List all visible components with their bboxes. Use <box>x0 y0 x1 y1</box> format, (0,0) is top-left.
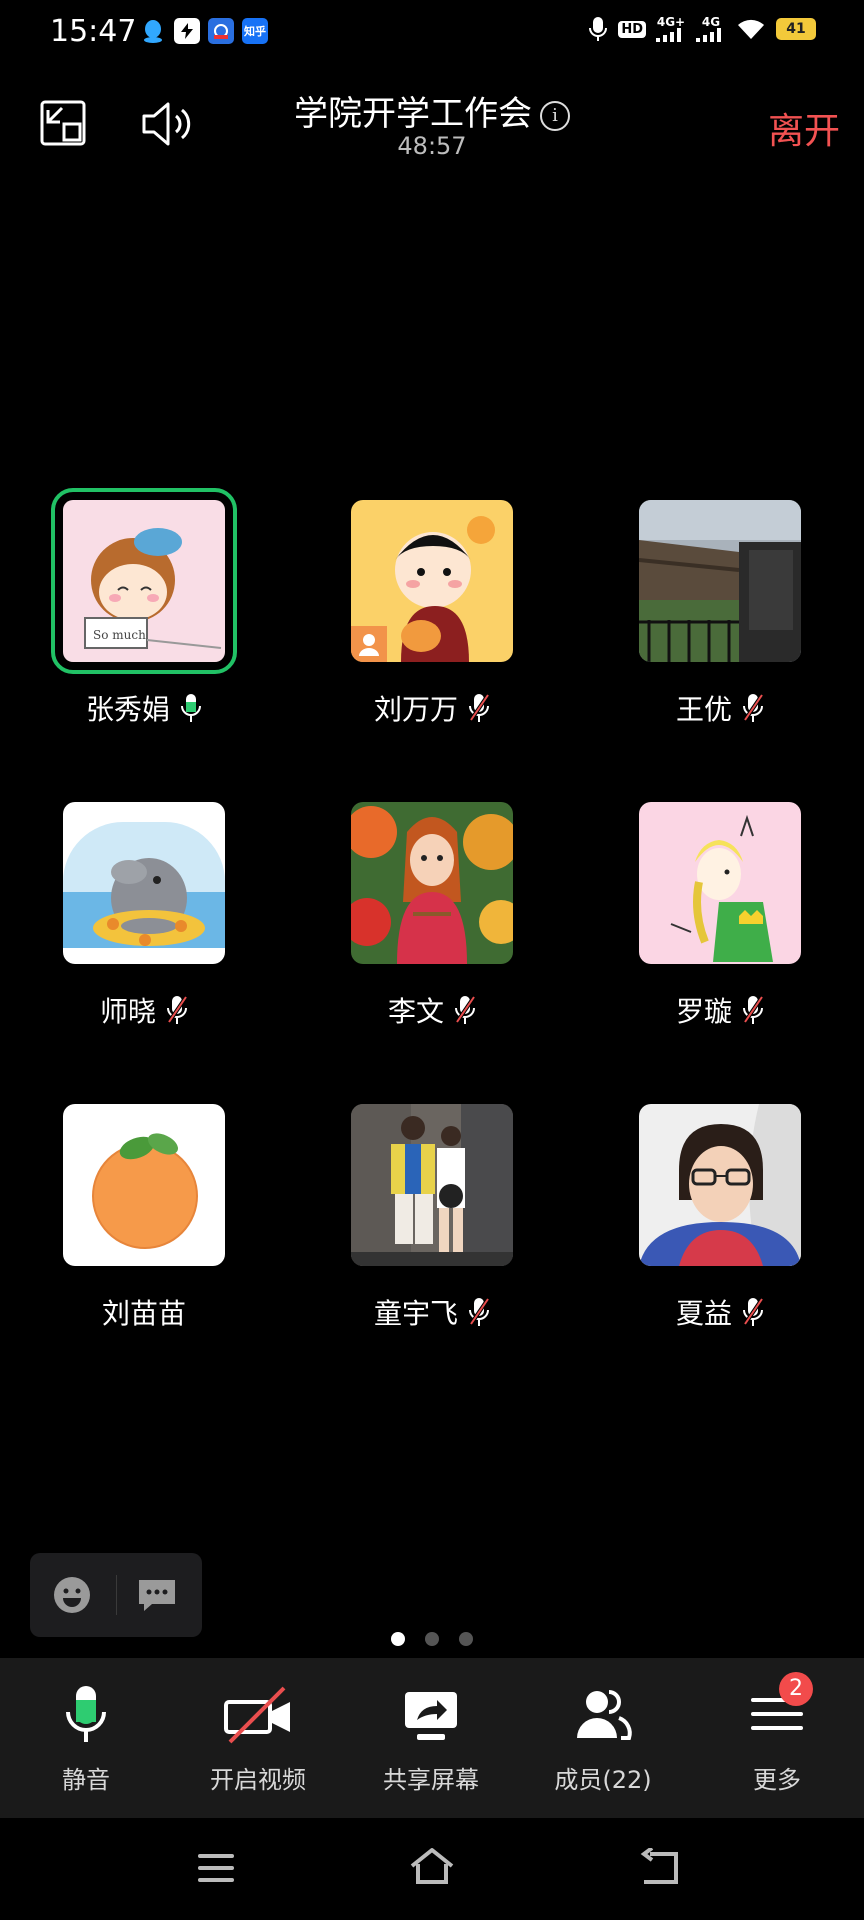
info-icon[interactable]: i <box>540 100 570 131</box>
participant-name-row: 童宇飞 <box>332 1292 532 1332</box>
participant-name: 童宇飞 <box>373 1297 458 1330</box>
participant-avatar[interactable] <box>639 500 801 662</box>
members-icon <box>577 1690 632 1740</box>
mic-muted-icon <box>167 995 188 1024</box>
participant-name: 刘苗苗 <box>101 1297 186 1330</box>
reaction-bar <box>30 1553 202 1637</box>
participant-name: 师晓 <box>99 995 156 1028</box>
members-label: 成员(22) <box>554 1766 652 1794</box>
participant-name-row: 王优 <box>620 688 820 728</box>
participant-name-row: 夏益 <box>620 1292 820 1332</box>
status-app-icons: 知乎 <box>140 18 268 44</box>
participant-avatar[interactable]: So much <box>51 488 237 674</box>
camera-off-icon <box>224 1686 290 1744</box>
page-indicator <box>0 1632 864 1646</box>
participant-name: 罗璇 <box>675 995 732 1028</box>
leave-button[interactable]: 离开 <box>768 102 840 154</box>
participant-tile[interactable]: 师晓 <box>44 802 244 1030</box>
battery-indicator: 41 <box>776 18 816 40</box>
chat-bubble-icon <box>139 1580 175 1611</box>
participant-tile[interactable]: 童宇飞 <box>332 1104 532 1332</box>
participant-avatar[interactable] <box>351 1104 513 1266</box>
participant-name: 张秀娟 <box>85 693 170 726</box>
mic-muted-icon <box>469 1297 490 1326</box>
avatar-caption-text: So much <box>93 628 146 642</box>
participant-avatar[interactable] <box>63 802 225 964</box>
status-time: 15:47 <box>50 14 137 49</box>
more-label: 更多 <box>753 1766 801 1794</box>
participant-name-row: 刘苗苗 <box>44 1292 244 1332</box>
hd-icon: HD <box>618 20 646 38</box>
participant-name: 夏益 <box>675 1297 732 1330</box>
qq-icon <box>140 18 166 44</box>
more-button[interactable]: 2 更多 <box>692 1672 862 1795</box>
home-icon <box>410 1848 454 1884</box>
emoji-icon <box>54 1577 90 1613</box>
participant-name-row: 罗璇 <box>620 990 820 1030</box>
mic-muted-icon <box>455 995 476 1024</box>
meeting-title[interactable]: 学院开学工作会 i <box>0 86 864 135</box>
participant-tile[interactable]: 罗璇 <box>620 802 820 1030</box>
notification-badge: 2 <box>779 1672 813 1706</box>
mic-muted-icon <box>743 1297 764 1326</box>
participant-tile[interactable]: 李文 <box>332 802 532 1030</box>
zhihu-icon: 知乎 <box>242 18 268 44</box>
browser-app-icon <box>208 18 234 44</box>
signal-icon <box>656 28 681 42</box>
participant-tile[interactable]: 王优 <box>620 500 820 728</box>
participant-name-row: 张秀娟 <box>44 688 244 728</box>
page-dot[interactable] <box>391 1632 405 1646</box>
signal-icon-2 <box>696 28 721 42</box>
page-dot[interactable] <box>425 1632 439 1646</box>
participant-tile[interactable]: 刘万万 <box>332 500 532 728</box>
network-4gplus: 4G+ <box>656 16 686 42</box>
system-nav-bar <box>0 1818 864 1920</box>
participant-name-row: 师晓 <box>44 990 244 1030</box>
participant-name: 李文 <box>387 995 444 1028</box>
nav-menu-button[interactable] <box>196 1850 236 1890</box>
microphone-icon <box>66 1686 106 1742</box>
mic-active-icon <box>181 694 201 722</box>
participant-tile[interactable]: 刘苗苗 <box>44 1104 244 1332</box>
mic-status-icon <box>589 17 608 41</box>
chat-button[interactable] <box>136 1577 178 1617</box>
participant-name-row: 刘万万 <box>332 688 532 728</box>
nav-menu-icon <box>198 1854 234 1882</box>
back-icon <box>640 1846 678 1884</box>
reaction-divider <box>116 1575 117 1615</box>
mute-button[interactable]: 静音 <box>1 1680 171 1795</box>
mic-muted-icon <box>743 995 764 1024</box>
participant-avatar[interactable] <box>639 802 801 964</box>
participant-avatar[interactable] <box>351 802 513 964</box>
participant-name: 刘万万 <box>373 693 458 726</box>
share-screen-button[interactable]: 共享屏幕 <box>346 1680 516 1795</box>
start-video-button[interactable]: 开启视频 <box>173 1680 343 1795</box>
mute-label: 静音 <box>62 1766 110 1794</box>
participant-avatar[interactable] <box>639 1104 801 1266</box>
share-screen-icon <box>405 1692 457 1740</box>
wifi-icon <box>738 19 764 39</box>
network-4g: 4G <box>696 16 726 42</box>
nav-home-button[interactable] <box>408 1846 456 1890</box>
mic-muted-icon <box>469 693 490 722</box>
emoji-button[interactable] <box>52 1575 92 1619</box>
bolt-app-icon <box>174 18 200 44</box>
participant-avatar[interactable] <box>63 1104 225 1266</box>
participant-tile[interactable]: 夏益 <box>620 1104 820 1332</box>
participant-avatar[interactable] <box>351 500 513 662</box>
status-bar: 15:47 知乎 HD 4G+ 4G 41 <box>0 0 864 66</box>
share-screen-label: 共享屏幕 <box>383 1766 479 1794</box>
page-dot[interactable] <box>459 1632 473 1646</box>
participant-tile[interactable]: So much 张秀娟 <box>44 488 244 728</box>
mic-muted-icon <box>743 693 764 722</box>
meeting-title-text: 学院开学工作会 <box>294 94 532 134</box>
meeting-timer: 48:57 <box>397 132 467 160</box>
meeting-toolbar: 静音 开启视频 共享屏幕 成员(22) 2 更多 <box>0 1658 864 1818</box>
members-button[interactable]: 成员(22) <box>518 1680 688 1795</box>
participant-name: 王优 <box>675 693 732 726</box>
status-right: HD 4G+ 4G 41 <box>588 16 816 42</box>
nav-back-button[interactable] <box>638 1846 682 1890</box>
participant-name-row: 李文 <box>332 990 532 1030</box>
start-video-label: 开启视频 <box>210 1766 306 1794</box>
